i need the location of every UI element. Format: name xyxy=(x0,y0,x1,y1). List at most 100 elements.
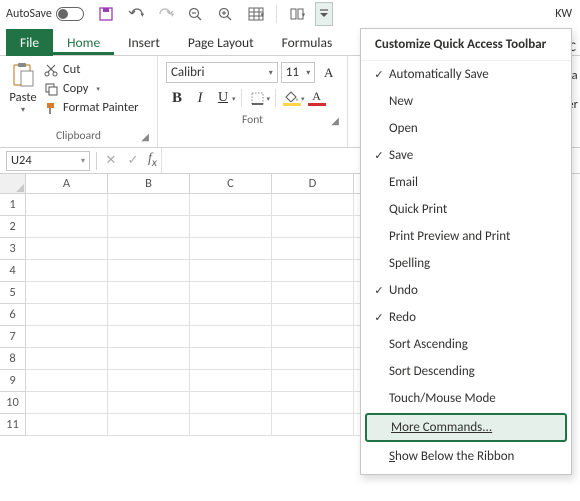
cell[interactable] xyxy=(26,282,108,304)
menu-item[interactable]: Spelling xyxy=(361,250,571,277)
cell[interactable] xyxy=(272,326,354,348)
font-name-combo[interactable]: Calibri▾ xyxy=(166,62,278,83)
font-size-combo[interactable]: 11▾ xyxy=(281,62,316,83)
row-header[interactable]: 3 xyxy=(0,238,26,260)
increase-font-icon[interactable]: A xyxy=(318,63,339,83)
menu-item[interactable]: ✓Automatically Save xyxy=(361,61,571,88)
table-icon[interactable]: ▾ xyxy=(244,2,268,26)
customize-qat-button[interactable] xyxy=(315,2,333,26)
cell[interactable] xyxy=(272,216,354,238)
cell[interactable] xyxy=(272,348,354,370)
menu-item[interactable]: Quick Print xyxy=(361,196,571,223)
cell[interactable] xyxy=(190,392,272,414)
row-header[interactable]: 6 xyxy=(0,304,26,326)
cell[interactable] xyxy=(26,414,108,436)
menu-item[interactable]: ✓Redo xyxy=(361,304,571,331)
font-color-button[interactable]: A xyxy=(306,88,328,108)
tab-formulas[interactable]: Formulas xyxy=(268,30,347,55)
cell[interactable] xyxy=(26,238,108,260)
fill-color-button[interactable] xyxy=(281,88,303,108)
menu-item[interactable]: Print Preview and Print xyxy=(361,223,571,250)
col-header[interactable]: D xyxy=(272,174,354,194)
menu-item[interactable]: New xyxy=(361,88,571,115)
col-header[interactable]: A xyxy=(26,174,108,194)
copy-button[interactable]: Copy▾ xyxy=(44,81,139,96)
menu-item[interactable]: Email xyxy=(361,169,571,196)
menu-item[interactable]: Sort Descending xyxy=(361,358,571,385)
cell[interactable] xyxy=(190,326,272,348)
cell[interactable] xyxy=(108,194,190,216)
cell[interactable] xyxy=(190,414,272,436)
name-box[interactable]: U24▾ xyxy=(6,151,90,171)
cell[interactable] xyxy=(190,194,272,216)
zoom-out-icon[interactable] xyxy=(184,2,208,26)
menu-item-show-below[interactable]: Show Below the Ribbon xyxy=(361,443,571,470)
cell[interactable] xyxy=(190,216,272,238)
cell[interactable] xyxy=(108,238,190,260)
cell[interactable] xyxy=(108,414,190,436)
cell[interactable] xyxy=(26,216,108,238)
cell[interactable] xyxy=(108,304,190,326)
row-header[interactable]: 11 xyxy=(0,414,26,436)
menu-item[interactable]: Open xyxy=(361,115,571,142)
paste-button[interactable]: Paste ▾ xyxy=(6,59,44,115)
italic-button[interactable]: I xyxy=(189,88,211,108)
cell[interactable] xyxy=(190,238,272,260)
save-icon[interactable] xyxy=(94,2,118,26)
underline-button[interactable]: U xyxy=(212,88,234,108)
cell[interactable] xyxy=(272,194,354,216)
cell[interactable] xyxy=(190,282,272,304)
undo-icon[interactable]: ▾ xyxy=(124,2,148,26)
tab-page-layout[interactable]: Page Layout xyxy=(174,30,268,55)
column-icon[interactable]: ▾ xyxy=(285,2,309,26)
menu-item[interactable]: ✓Undo xyxy=(361,277,571,304)
fx-icon[interactable]: fx xyxy=(144,151,161,170)
row-header[interactable]: 10 xyxy=(0,392,26,414)
cell[interactable] xyxy=(26,260,108,282)
cell[interactable] xyxy=(272,238,354,260)
dialog-launcher-icon[interactable]: ◢ xyxy=(141,130,149,143)
cell[interactable] xyxy=(26,348,108,370)
format-painter-button[interactable]: Format Painter xyxy=(44,100,139,115)
cell[interactable] xyxy=(26,326,108,348)
row-header[interactable]: 1 xyxy=(0,194,26,216)
zoom-in-icon[interactable] xyxy=(214,2,238,26)
menu-item[interactable]: Touch/Mouse Mode xyxy=(361,385,571,412)
autosave-toggle[interactable]: AutoSave xyxy=(6,7,84,21)
select-all-corner[interactable] xyxy=(0,174,26,194)
cell[interactable] xyxy=(108,282,190,304)
cell[interactable] xyxy=(108,326,190,348)
cell[interactable] xyxy=(26,370,108,392)
cell[interactable] xyxy=(108,260,190,282)
cell[interactable] xyxy=(272,282,354,304)
cell[interactable] xyxy=(190,260,272,282)
enter-formula-icon[interactable]: ✓ xyxy=(122,153,144,168)
menu-item[interactable]: Sort Ascending xyxy=(361,331,571,358)
menu-item-more-commands[interactable]: More Commands... xyxy=(365,413,567,442)
col-header[interactable]: B xyxy=(108,174,190,194)
cell[interactable] xyxy=(272,370,354,392)
tab-file[interactable]: File xyxy=(6,29,53,56)
tab-home[interactable]: Home xyxy=(53,30,114,55)
redo-icon[interactable]: ▾ xyxy=(154,2,178,26)
cell[interactable] xyxy=(108,392,190,414)
cell[interactable] xyxy=(190,304,272,326)
cell[interactable] xyxy=(108,348,190,370)
tab-insert[interactable]: Insert xyxy=(114,30,174,55)
cell[interactable] xyxy=(26,194,108,216)
cell[interactable] xyxy=(272,392,354,414)
toggle-off-icon[interactable] xyxy=(56,7,84,21)
user-initials[interactable]: KW xyxy=(555,7,574,21)
row-header[interactable]: 9 xyxy=(0,370,26,392)
row-header[interactable]: 4 xyxy=(0,260,26,282)
cut-button[interactable]: Cut xyxy=(44,62,139,77)
cell[interactable] xyxy=(26,304,108,326)
row-header[interactable]: 5 xyxy=(0,282,26,304)
cell[interactable] xyxy=(272,304,354,326)
cell[interactable] xyxy=(272,414,354,436)
dialog-launcher-icon[interactable]: ◢ xyxy=(331,114,339,127)
row-header[interactable]: 2 xyxy=(0,216,26,238)
cancel-formula-icon[interactable]: ✕ xyxy=(100,153,122,168)
cell[interactable] xyxy=(26,392,108,414)
cell[interactable] xyxy=(108,370,190,392)
